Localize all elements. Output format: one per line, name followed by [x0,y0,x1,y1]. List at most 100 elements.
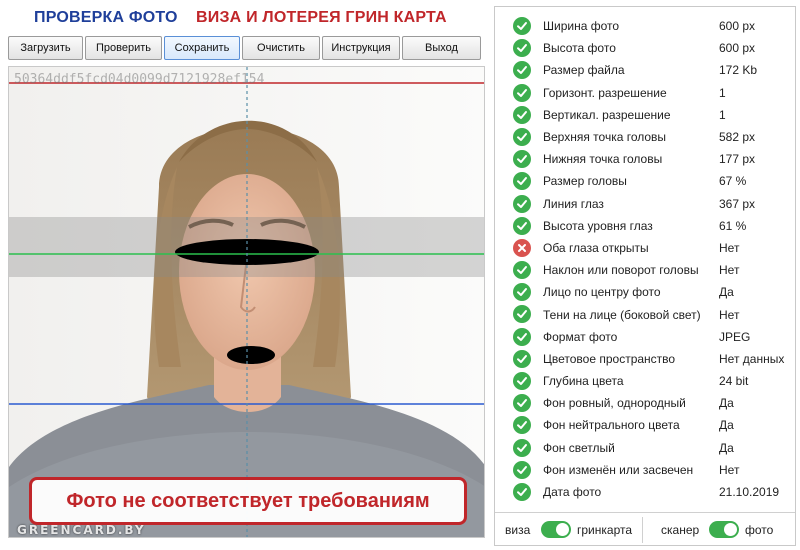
watermark-logo: GREENCARD.BY [17,523,146,537]
check-value: Нет [719,240,740,255]
check-value: Нет данных [719,351,785,366]
footer-divider [642,517,643,543]
save-button[interactable]: Сохранить [164,36,240,60]
check-circle-icon [513,416,531,435]
x-circle-icon [513,238,531,257]
visa-greencard-toggle[interactable] [541,521,571,538]
results-panel: Ширина фото 600 px Высота фото 600 px Размер… [494,6,796,546]
check-circle-icon [513,372,531,390]
check-row: Тени на лице (боковой свет) Нет [495,303,795,325]
check-row: Оба глаза открыты Нет [495,237,795,259]
check-row: Нижняя точка головы 177 px [495,148,795,170]
check-label: Нижняя точка головы [543,152,663,167]
check-label: Глубина цвета [543,374,624,389]
title-visa-lottery: ВИЗА И ЛОТЕРЕЯ ГРИН КАРТА [196,9,447,26]
check-value: Да [719,285,734,300]
check-value: 600 px [719,19,756,34]
toggle-knob [556,523,569,536]
check-circle-icon [513,349,531,368]
check-circle-icon [513,127,531,146]
check-circle-icon [513,438,531,457]
check-value: JPEG [719,329,751,344]
check-value: 172 Kb [719,63,758,78]
check-row: Горизонт. разрешение 1 [495,82,795,104]
check-row: Формат фото JPEG [495,326,795,348]
check-row: Ширина фото 600 px [495,15,795,37]
check-row: Цветовое пространство Нет данных [495,348,795,370]
check-label: Верхняя точка головы [543,130,667,145]
check-value: Нет [719,462,740,477]
check-row: Наклон или поворот головы Нет [495,259,795,281]
check-value: 67 % [719,174,747,189]
check-value: Нет [719,263,740,278]
check-circle-icon [513,394,531,413]
check-row: Высота фото 600 px [495,37,795,59]
check-circle-icon [513,327,531,346]
check-value: 600 px [719,41,756,56]
check-label: Размер файла [543,63,625,78]
title-photo-check: ПРОВЕРКА ФОТО [34,9,178,26]
check-label: Вертикал. разрешение [543,107,671,122]
check-row: Фон ровный, однородный Да [495,392,795,414]
check-value: Нет [719,307,740,322]
check-circle-icon [513,150,531,169]
photo-label: фото [745,523,774,537]
check-circle-icon [513,105,531,124]
check-value: Да [719,396,734,411]
check-label: Цветовое пространство [543,351,676,366]
scanner-photo-toggle[interactable] [709,521,739,538]
greencard-label: гринкарта [577,523,633,537]
toggle-knob [724,523,737,536]
check-row: Верхняя точка головы 582 px [495,126,795,148]
portrait-image [9,67,484,537]
check-row: Фон изменён или засвечен Нет [495,459,795,481]
check-row: Лицо по центру фото Да [495,281,795,303]
app-header: ПРОВЕРКА ФОТО ВИЗА И ЛОТЕРЕЯ ГРИН КАРТА [0,0,490,34]
check-value: Да [719,440,734,455]
check-label: Высота фото [543,41,616,56]
check-label: Оба глаза открыты [543,240,649,255]
check-circle-icon [513,172,531,191]
check-label: Горизонт. разрешение [543,85,667,100]
check-row: Фон нейтрального цвета Да [495,414,795,436]
check-value: 1 [719,85,726,100]
check-row: Дата фото 21.10.2019 [495,481,795,503]
clear-button[interactable]: Очистить [242,36,320,60]
check-circle-icon [513,17,531,35]
check-row: Линия глаз 367 px [495,193,795,215]
check-value: 21.10.2019 [719,485,780,500]
check-circle-icon [513,460,531,479]
check-label: Формат фото [543,329,618,344]
exit-button[interactable]: Выход [402,36,481,60]
scanner-label: сканер [661,523,700,537]
check-row: Глубина цвета 24 bit [495,370,795,392]
check-circle-icon [513,83,531,102]
verdict-banner: Фото не соответствует требованиям [29,477,467,525]
check-list: Ширина фото 600 px Высота фото 600 px Размер… [495,15,795,503]
check-label: Наклон или поворот головы [543,263,699,278]
check-row: Размер файла 172 Kb [495,59,795,81]
check-button[interactable]: Проверить [85,36,162,60]
check-value: Да [719,418,734,433]
check-label: Фон изменён или засвечен [543,462,694,477]
photo-preview[interactable]: 50364ddf5fcd04d0099d7121928ef154 Фото не… [8,66,485,538]
visa-label: виза [505,523,531,537]
toolbar: Загрузить Проверить Сохранить Очистить И… [8,36,485,62]
check-label: Линия глаз [543,196,604,211]
check-label: Ширина фото [543,19,620,34]
check-row: Фон светлый Да [495,437,795,459]
check-label: Дата фото [543,485,602,500]
check-label: Фон светлый [543,440,615,455]
check-circle-icon [513,261,531,280]
check-circle-icon [513,216,531,235]
mode-footer: виза гринкарта сканер фото [495,512,795,545]
check-label: Тени на лице (боковой свет) [543,307,701,322]
verdict-text: Фото не соответствует требованиям [66,489,430,512]
check-label: Размер головы [543,174,627,189]
load-button[interactable]: Загрузить [8,36,83,60]
check-row: Высота уровня глаз 61 % [495,215,795,237]
check-circle-icon [513,194,531,213]
check-circle-icon [513,305,531,324]
check-row: Вертикал. разрешение 1 [495,104,795,126]
instruction-button[interactable]: Инструкция [322,36,400,60]
